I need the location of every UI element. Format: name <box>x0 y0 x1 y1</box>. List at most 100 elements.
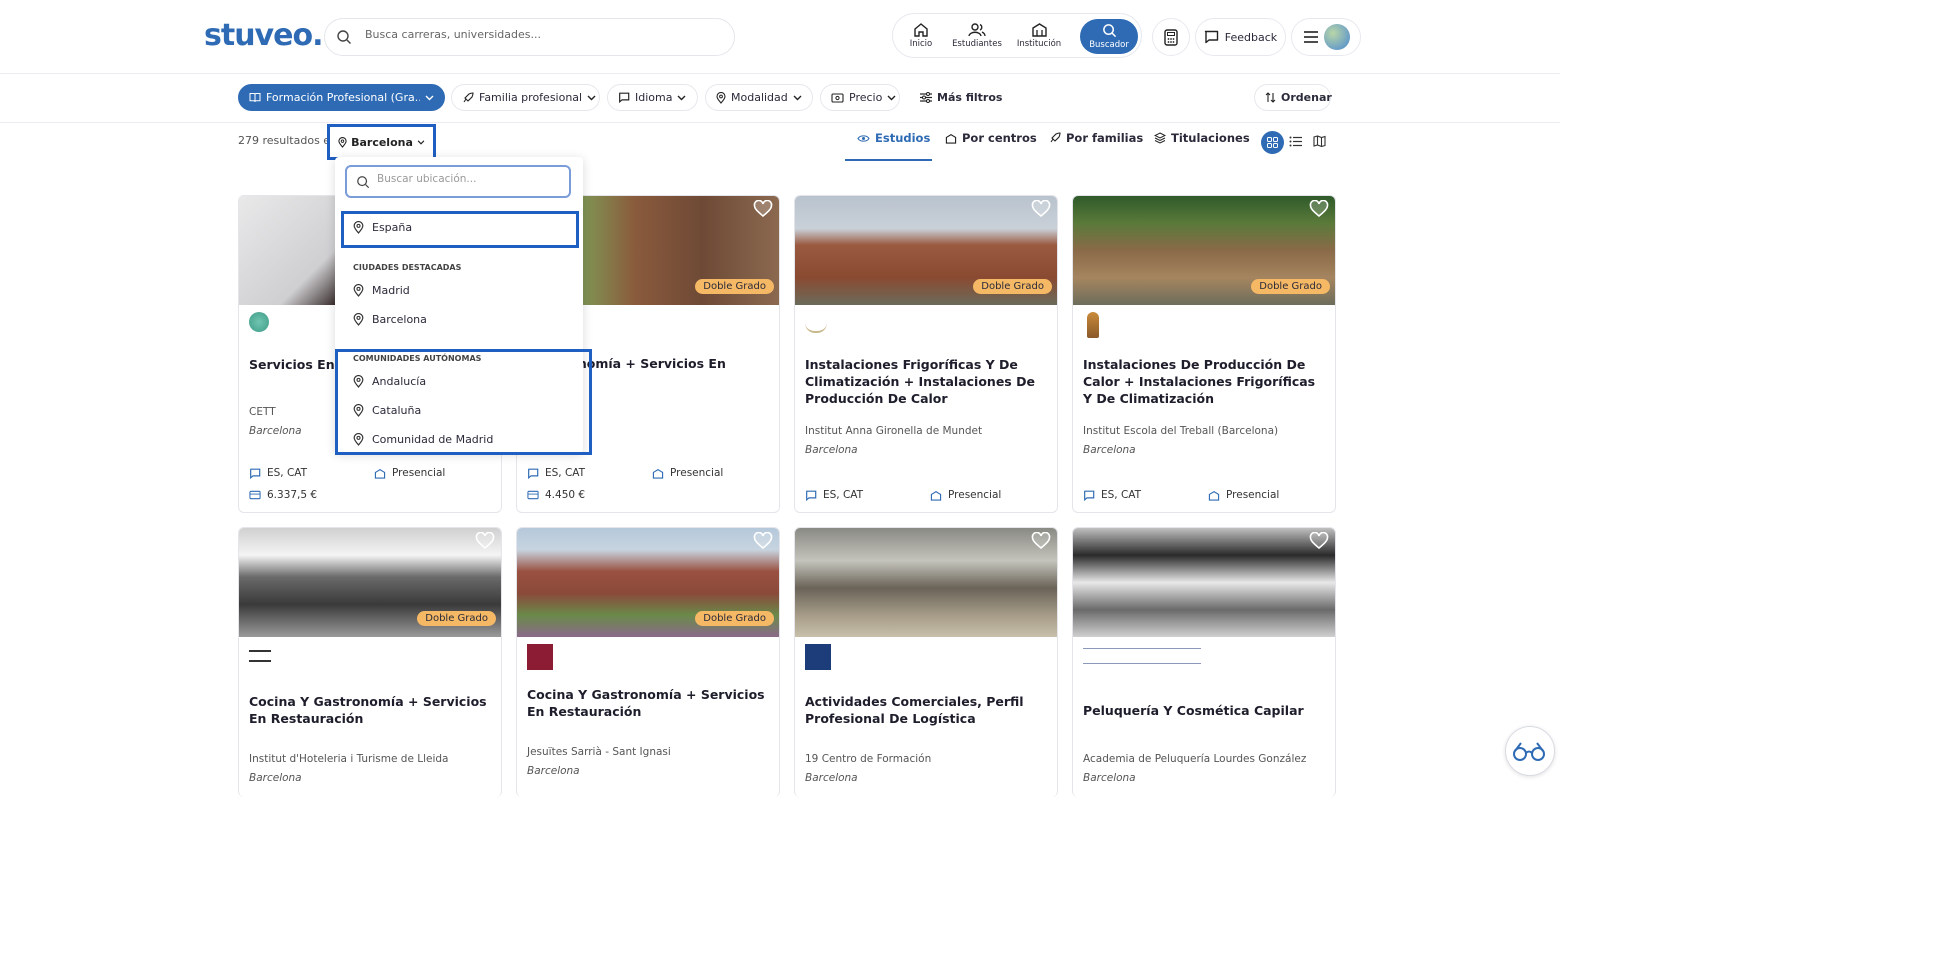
card-languages: ES, CAT <box>249 467 307 479</box>
heart-icon[interactable] <box>753 200 773 218</box>
study-card[interactable]: Actividades Comerciales, Perfil Profesio… <box>794 527 1058 797</box>
chevron-down-icon <box>793 95 802 101</box>
filter-divider <box>0 122 1560 123</box>
calculator-icon <box>1164 28 1178 46</box>
nav-label: Inicio <box>909 39 933 49</box>
double-degree-badge: Doble Grado <box>695 611 774 626</box>
card-institution: Academia de Peluquería Lourdes González <box>1083 753 1307 765</box>
search-input[interactable] <box>365 28 715 41</box>
heart-icon[interactable] <box>1031 200 1051 218</box>
filter-mas-label: Más filtros <box>937 91 1003 104</box>
nav-label: Estudiantes <box>952 39 1002 49</box>
filter-formacion-label: Formación Profesional (Gra... <box>266 91 420 104</box>
stuveo-logo[interactable]: stuveo. <box>204 18 323 53</box>
grid-icon <box>1267 137 1278 148</box>
heart-icon[interactable] <box>1031 532 1051 550</box>
feedback-button[interactable]: Feedback <box>1195 18 1286 56</box>
highlight-box <box>335 349 592 455</box>
card-institution: Institut d'Hoteleria i Turisme de Lleida <box>249 753 449 765</box>
institution-logo <box>1087 312 1099 338</box>
calculator-button[interactable] <box>1152 18 1190 56</box>
institution-logo <box>805 317 827 333</box>
tab-estudios[interactable]: Estudios <box>857 131 930 145</box>
sort-button[interactable]: Ordenar <box>1254 84 1332 111</box>
chat-icon <box>805 490 817 501</box>
card-institution: CETT <box>249 406 276 418</box>
filter-idioma[interactable]: Idioma <box>607 84 698 111</box>
help-button[interactable] <box>1505 726 1555 776</box>
users-icon <box>968 22 986 39</box>
chat-icon <box>527 468 539 479</box>
location-option-barcelona[interactable]: Barcelona <box>353 313 427 326</box>
study-card[interactable]: Doble Grado Instalaciones De Producción … <box>1072 195 1336 513</box>
nav-institucion[interactable]: Institución <box>1011 14 1067 57</box>
card-city: Barcelona <box>249 772 302 784</box>
filter-familia-label: Familia profesional <box>479 91 583 104</box>
chat-icon <box>249 468 261 479</box>
location-option-madrid[interactable]: Madrid <box>353 284 410 297</box>
location-search-input[interactable] <box>377 173 557 185</box>
heart-icon[interactable] <box>1309 200 1329 218</box>
heart-icon[interactable] <box>475 532 495 550</box>
study-card[interactable]: Doble Grado Cocina Y Gastronomía + Servi… <box>516 527 780 797</box>
eye-icon <box>857 134 870 143</box>
card-city: Barcelona <box>805 772 858 784</box>
chevron-down-icon <box>887 95 896 101</box>
filter-idioma-label: Idioma <box>635 91 673 104</box>
study-card[interactable]: Peluquería Y Cosmética Capilar Academia … <box>1072 527 1336 797</box>
sort-arrows-icon <box>1265 92 1276 103</box>
layers-icon <box>1154 132 1166 144</box>
nav-label: Buscador <box>1089 40 1129 50</box>
card-title: Instalaciones De Producción De Calor + I… <box>1083 357 1316 406</box>
tab-por-familias[interactable]: Por familias <box>1049 131 1143 145</box>
heart-icon[interactable] <box>1309 532 1329 550</box>
active-tab-indicator <box>845 159 932 161</box>
institution-icon <box>374 468 386 479</box>
filter-precio[interactable]: Precio <box>820 84 900 111</box>
filter-modalidad[interactable]: Modalidad <box>705 84 813 111</box>
sliders-icon <box>920 92 932 103</box>
chevron-down-icon <box>587 95 596 101</box>
nav-estudiantes[interactable]: Estudiantes <box>947 14 1007 57</box>
main-nav: Inicio Estudiantes Institución Buscador <box>892 13 1142 58</box>
card-title: Actividades Comerciales, Perfil Profesio… <box>805 694 1024 726</box>
card-title: Cocina Y Gastronomía + Servicios En Rest… <box>249 694 487 726</box>
tab-por-centros[interactable]: Por centros <box>945 131 1037 145</box>
heart-icon[interactable] <box>753 532 773 550</box>
location-search[interactable] <box>345 165 571 198</box>
location-pin-icon <box>353 284 364 297</box>
list-view-button[interactable] <box>1289 136 1302 147</box>
institution-icon <box>1208 490 1220 501</box>
double-degree-badge: Doble Grado <box>417 611 496 626</box>
card-title: Cocina Y Gastronomía + Servicios En Rest… <box>527 687 765 719</box>
card-city: Barcelona <box>1083 444 1136 456</box>
institution-logo <box>249 650 271 662</box>
institution-logo <box>249 312 269 332</box>
tab-titulaciones[interactable]: Titulaciones <box>1154 131 1250 145</box>
location-pin-icon <box>338 136 347 148</box>
map-view-button[interactable] <box>1313 135 1326 147</box>
filter-mas-filtros[interactable]: Más filtros <box>910 84 1002 111</box>
study-card[interactable]: Doble Grado Cocina Y Gastronomía + Servi… <box>238 527 502 797</box>
chevron-down-icon <box>417 139 425 145</box>
home-icon <box>913 22 929 39</box>
nav-buscador[interactable]: Buscador <box>1080 19 1138 54</box>
card-image <box>795 528 1057 637</box>
featured-cities-heading: CIUDADES DESTACADAS <box>353 263 462 272</box>
tab-label: Por centros <box>962 131 1037 145</box>
card-institution: Institut Anna Gironella de Mundet <box>805 425 983 437</box>
nav-inicio[interactable]: Inicio <box>901 14 941 57</box>
card-institution: 19 Centro de Formación <box>805 753 932 765</box>
user-menu-button[interactable] <box>1291 18 1361 56</box>
card-institution: Institut Escola del Treball (Barcelona) <box>1083 425 1279 437</box>
filter-formacion[interactable]: Formación Profesional (Gra... <box>238 84 445 111</box>
study-card[interactable]: Doble Grado Instalaciones Frigoríficas Y… <box>794 195 1058 513</box>
location-label: Barcelona <box>351 135 413 149</box>
institution-logo <box>527 644 553 670</box>
grid-view-button[interactable] <box>1261 131 1284 154</box>
money-icon <box>831 92 844 103</box>
filter-familia[interactable]: Familia profesional <box>451 84 600 111</box>
location-selector[interactable]: Barcelona <box>327 124 436 160</box>
global-search[interactable] <box>324 18 735 56</box>
card-languages: ES, CAT <box>527 467 585 479</box>
